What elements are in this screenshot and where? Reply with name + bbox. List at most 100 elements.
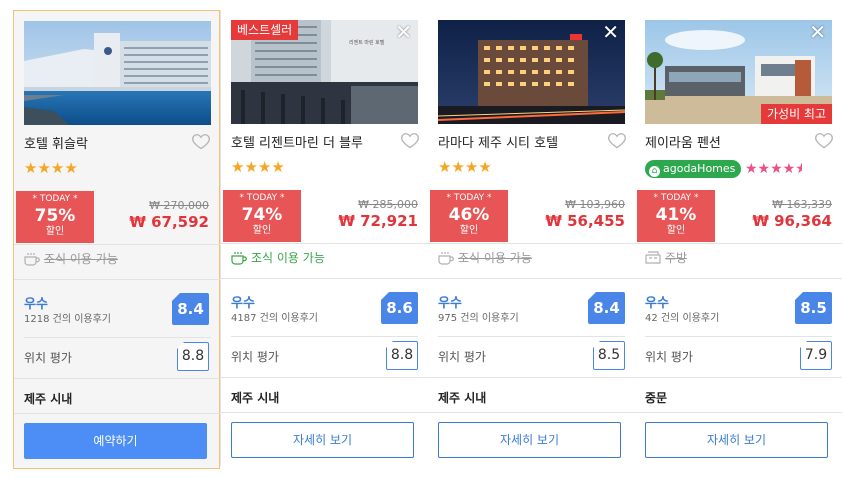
area-label: 제주 시내 <box>24 392 73 406</box>
amenity-label: 조식 이용 가능 <box>44 252 118 266</box>
location-rating-label: 위치 평가 <box>438 350 486 364</box>
review-count[interactable]: 42 건의 이용후기 <box>645 309 719 324</box>
hotel-card-2[interactable]: 리젠트 마린 호텔 베스트셀러 ✕ 호텔 리젠트마린 더 블루 ★★★★ * T… <box>221 10 428 469</box>
review-score-badge: 8.4 <box>172 293 209 325</box>
hotel-photo[interactable]: 가성비 최고 ✕ <box>645 20 832 124</box>
star-full: ★★★★ <box>745 161 796 177</box>
area-label: 중문 <box>645 391 668 405</box>
book-button[interactable]: 예약하기 <box>24 423 207 459</box>
best-value-badge: 가성비 최고 <box>760 104 832 124</box>
star-rating: ★★★★ <box>231 158 285 176</box>
today-label: * TODAY * <box>653 193 699 203</box>
location-rating-label: 위치 평가 <box>645 350 693 364</box>
heart-icon[interactable] <box>814 130 834 150</box>
star-rating: ★★★★ <box>438 158 492 176</box>
sale-price[interactable]: ₩ 56,455 <box>545 212 625 230</box>
heart-icon[interactable] <box>191 131 211 151</box>
today-deal-badge: * TODAY * 74% 할인 <box>223 190 301 242</box>
discount-label: 할인 <box>45 226 65 237</box>
close-icon[interactable]: ✕ <box>809 22 826 42</box>
discount-percent: 74% <box>241 205 283 225</box>
amenity-breakfast: 조식 이용 가능 <box>24 250 118 267</box>
hotel-photo[interactable]: 리젠트 마린 호텔 베스트셀러 ✕ <box>231 20 418 124</box>
original-price: ₩ 163,339 <box>772 198 832 211</box>
kitchen-icon <box>645 250 661 264</box>
review-count[interactable]: 4187 건의 이용후기 <box>231 309 318 324</box>
divider <box>635 412 842 413</box>
divider <box>221 412 428 413</box>
divider <box>438 336 625 337</box>
divider <box>14 378 221 379</box>
original-price: ₩ 285,000 <box>358 198 418 211</box>
sale-price[interactable]: ₩ 96,364 <box>752 212 832 230</box>
divider <box>645 336 832 337</box>
heart-icon[interactable] <box>607 130 627 150</box>
star-rating: ★★★★ <box>24 159 78 177</box>
close-icon[interactable]: ✕ <box>602 22 619 42</box>
coffee-cup-icon <box>438 251 454 265</box>
star-rating: ★★★★★ <box>745 160 802 178</box>
original-price: ₩ 270,000 <box>149 199 209 212</box>
location-rating-label: 위치 평가 <box>231 350 279 364</box>
amenity-breakfast: 조식 이용 가능 <box>438 249 532 266</box>
hotel-card-1[interactable]: 호텔 휘슬락 ★★★★ * TODAY * 75% 할인 ₩ 270,000 ₩… <box>13 10 221 469</box>
hotel-name[interactable]: 제이라움 펜션 <box>645 132 721 151</box>
hotel-photo[interactable] <box>24 21 211 125</box>
hotel-card-4[interactable]: 가성비 최고 ✕ 제이라움 펜션 ⌂ agodaHomes ★★★★★ * TOD… <box>635 10 842 469</box>
hotel-card-3[interactable]: ✕ 라마다 제주 시티 호텔 ★★★★ * TODAY * 46% 할인 ₩ 1… <box>428 10 635 469</box>
view-details-button[interactable]: 자세히 보기 <box>231 422 414 458</box>
today-label: * TODAY * <box>446 193 492 203</box>
close-icon[interactable]: ✕ <box>395 22 412 42</box>
review-score-badge: 8.4 <box>588 292 625 324</box>
discount-percent: 46% <box>448 205 490 225</box>
today-deal-badge: * TODAY * 46% 할인 <box>430 190 508 242</box>
divider <box>221 278 428 279</box>
amenity-breakfast: 조식 이용 가능 <box>231 249 325 266</box>
agoda-homes-label: agodaHomes <box>663 162 736 175</box>
coffee-cup-icon <box>24 252 40 266</box>
view-details-button[interactable]: 자세히 보기 <box>645 422 828 458</box>
review-score-badge: 8.6 <box>381 292 418 324</box>
divider <box>231 336 418 337</box>
amenity-label: 조식 이용 가능 <box>251 251 325 265</box>
location-score-badge: 8.8 <box>177 342 209 371</box>
svg-text:리젠트 마린 호텔: 리젠트 마린 호텔 <box>349 39 385 46</box>
amenity-label: 조식 이용 가능 <box>458 251 532 265</box>
review-count[interactable]: 975 건의 이용후기 <box>438 309 519 324</box>
divider <box>221 377 428 378</box>
coffee-cup-icon <box>231 251 247 265</box>
sale-price[interactable]: ₩ 72,921 <box>338 212 418 230</box>
divider <box>14 279 221 280</box>
divider <box>428 278 635 279</box>
discount-percent: 41% <box>655 205 697 225</box>
amenity-label: 주방 <box>665 251 688 265</box>
divider <box>14 244 221 245</box>
hotel-name[interactable]: 호텔 리젠트마린 더 블루 <box>231 132 363 151</box>
divider <box>635 278 842 279</box>
divider <box>428 412 635 413</box>
today-deal-badge: * TODAY * 75% 할인 <box>16 191 94 243</box>
hotel-name[interactable]: 호텔 휘슬락 <box>24 133 88 152</box>
heart-icon[interactable] <box>400 130 420 150</box>
divider <box>635 243 842 244</box>
view-details-button[interactable]: 자세히 보기 <box>438 422 621 458</box>
star-half: ★ <box>795 161 803 177</box>
divider <box>428 377 635 378</box>
home-icon: ⌂ <box>649 166 660 177</box>
location-score-badge: 8.8 <box>386 341 418 370</box>
divider <box>221 243 428 244</box>
location-score-badge: 8.5 <box>593 341 625 370</box>
area-label: 제주 시내 <box>231 391 280 405</box>
divider <box>24 337 211 338</box>
location-rating-label: 위치 평가 <box>24 351 72 365</box>
today-label: * TODAY * <box>239 193 285 203</box>
review-count[interactable]: 1218 건의 이용후기 <box>24 310 111 325</box>
sale-price[interactable]: ₩ 67,592 <box>129 213 209 231</box>
discount-percent: 75% <box>34 206 76 226</box>
hotel-name[interactable]: 라마다 제주 시티 호텔 <box>438 132 558 151</box>
discount-label: 할인 <box>252 225 272 236</box>
bestseller-ribbon: 베스트셀러 <box>231 20 299 40</box>
today-label: * TODAY * <box>32 194 78 204</box>
hotel-photo[interactable]: ✕ <box>438 20 625 124</box>
amenity-kitchen: 주방 <box>645 249 687 266</box>
